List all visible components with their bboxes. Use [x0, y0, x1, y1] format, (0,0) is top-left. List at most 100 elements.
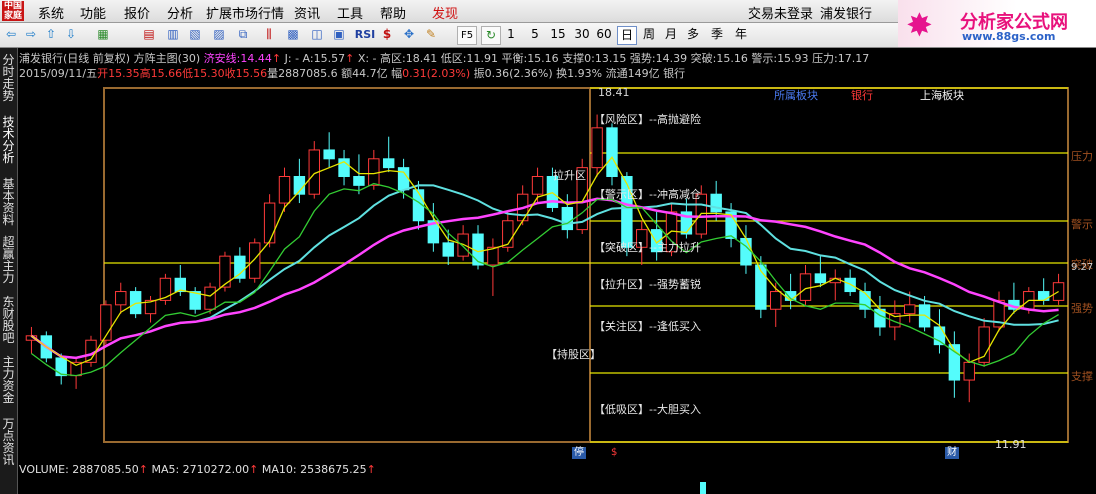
- candle-body: [1037, 291, 1050, 301]
- period-60min[interactable]: 60: [594, 26, 614, 43]
- low-label: 低区:: [440, 52, 467, 65]
- volume-ma10: MA10: 2538675.25: [261, 463, 367, 476]
- zone-watch-label: 【关注区】--逢低买入: [594, 320, 701, 333]
- period-month[interactable]: 月: [664, 26, 678, 43]
- candle-body: [799, 273, 812, 301]
- menu-function[interactable]: 功能: [80, 3, 106, 22]
- candle-body: [115, 291, 127, 306]
- candlestick-icon[interactable]: ⫼: [262, 26, 276, 43]
- ma-line-yellow: [31, 156, 1059, 367]
- stock-title: 浦发银行(日线 前复权): [19, 52, 131, 65]
- menu-analysis[interactable]: 分析: [167, 3, 193, 22]
- zone-low-label: 【低吸区】--大胆买入: [594, 403, 701, 416]
- tab-bank[interactable]: 银行: [851, 87, 873, 103]
- chg-value: 0.31(2.03%): [402, 67, 471, 80]
- strong-label: 强势:: [629, 52, 656, 65]
- candle-body: [740, 237, 752, 266]
- zone-warn-label: 【警示区】--冲高减仓: [594, 188, 701, 201]
- jax-value: 14.44: [240, 52, 272, 65]
- menu-discover[interactable]: 发现: [432, 3, 458, 22]
- sidebar-item-fundamental[interactable]: 基本资料: [1, 178, 16, 226]
- right-label-support: 支撑: [1071, 370, 1093, 383]
- pencil-icon[interactable]: ✎: [424, 26, 438, 43]
- period-day[interactable]: 日: [617, 26, 637, 45]
- doc-icon[interactable]: ▨: [212, 26, 226, 43]
- menu-help[interactable]: 帮助: [380, 3, 406, 22]
- period-1min[interactable]: 1: [504, 26, 518, 43]
- period-30min[interactable]: 30: [572, 26, 592, 43]
- flag-finance[interactable]: 财: [945, 447, 959, 459]
- low-value: 11.91: [466, 52, 498, 65]
- current-stock-name: 浦发银行: [820, 7, 873, 22]
- zone-bottom-value: 11.91: [995, 438, 1027, 451]
- a-label: A:: [302, 52, 314, 65]
- period-15min[interactable]: 15: [548, 26, 568, 43]
- warn-value: 15.93: [777, 52, 809, 65]
- candle-body: [710, 193, 722, 213]
- sidebar-item-technical[interactable]: 技术分析: [1, 116, 16, 164]
- up-arrow-icon[interactable]: ⇧: [44, 26, 58, 43]
- tab-shanghai[interactable]: 上海板块: [920, 87, 964, 103]
- bar-chart-icon[interactable]: ▩: [286, 26, 300, 43]
- period-5min[interactable]: 5: [528, 26, 542, 43]
- sidebar-item-news[interactable]: 万点资讯: [1, 418, 16, 466]
- candle-body: [263, 202, 276, 244]
- menu-system[interactable]: 系统: [38, 3, 64, 22]
- zone-top-value: 18.41: [598, 86, 630, 99]
- sidebar-item-mainforce[interactable]: 超赢主力: [1, 236, 16, 284]
- zone-frame-left: [103, 87, 591, 443]
- x-label: X: -: [357, 52, 377, 65]
- zone-break-label: 【突破区】--主力拉升: [594, 241, 701, 254]
- rsi-button[interactable]: RSI: [354, 26, 376, 43]
- candle-body: [918, 304, 931, 328]
- list-icon[interactable]: ▤: [142, 26, 156, 43]
- app-logo: 中国家庭: [2, 1, 24, 21]
- sidebar-item-forum[interactable]: 东财股吧: [1, 296, 16, 344]
- menu-extended-market[interactable]: 扩展市场行情: [206, 3, 284, 22]
- refresh-icon[interactable]: ↻: [481, 26, 501, 45]
- press-value: 17.17: [837, 52, 870, 65]
- table-icon[interactable]: ▥: [166, 26, 180, 43]
- period-quarter[interactable]: 季: [710, 26, 724, 43]
- period-year[interactable]: 年: [734, 26, 748, 43]
- flag-suspend[interactable]: 停: [572, 447, 586, 459]
- brand-banner: ✸ 分析家公式网 www.88gs.com: [898, 0, 1096, 47]
- float-value: 149亿: [627, 67, 660, 80]
- amp-value: 0.36(2.36%): [484, 67, 553, 80]
- grid-icon[interactable]: ▦: [96, 26, 110, 43]
- volume-header: VOLUME: 2887085.50↑ MA5: 2710272.00↑ MA1…: [19, 463, 376, 476]
- chart-line-icon[interactable]: ⧉: [236, 26, 250, 43]
- f5-button[interactable]: F5: [457, 26, 477, 45]
- candle-body: [903, 304, 916, 315]
- sector-value: 银行: [663, 67, 686, 80]
- amt-label: 额: [341, 67, 353, 80]
- turn-value: 1.93%: [567, 67, 603, 80]
- indicator-name[interactable]: 方阵主图(30): [134, 52, 201, 65]
- break-value: 15.16: [716, 52, 748, 65]
- tab-sector[interactable]: 所属板块: [774, 87, 818, 103]
- sidebar-item-funds[interactable]: 主力资金: [1, 356, 16, 404]
- indicator-icon[interactable]: ◫: [310, 26, 324, 43]
- right-label-strong: 强势: [1071, 302, 1093, 315]
- calc-icon[interactable]: ▧: [188, 26, 202, 43]
- balance-label: 平衡:: [501, 52, 528, 65]
- menu-quote[interactable]: 报价: [124, 3, 150, 22]
- high-value: 18.41: [405, 52, 438, 65]
- down-arrow-icon[interactable]: ⇩: [64, 26, 78, 43]
- dollar-icon[interactable]: $: [380, 26, 394, 43]
- flag-dividend[interactable]: $: [609, 447, 619, 459]
- low-label: 低: [182, 67, 194, 80]
- period-week[interactable]: 周: [642, 26, 656, 43]
- ma-line-cyan: [30, 184, 1059, 359]
- back-arrow-icon[interactable]: ⇦: [4, 26, 18, 43]
- layout-icon[interactable]: ▣: [332, 26, 346, 43]
- forward-arrow-icon[interactable]: ⇨: [24, 26, 38, 43]
- turn-label: 换: [556, 67, 568, 80]
- trade-login-status[interactable]: 交易未登录: [748, 3, 813, 22]
- move-cross-icon[interactable]: ✥: [402, 26, 416, 43]
- sidebar-item-timeshare[interactable]: 分时走势: [1, 54, 16, 102]
- menu-tools[interactable]: 工具: [337, 3, 363, 22]
- price-chart[interactable]: [18, 80, 1096, 450]
- period-multi[interactable]: 多: [686, 26, 700, 43]
- menu-news[interactable]: 资讯: [294, 3, 320, 22]
